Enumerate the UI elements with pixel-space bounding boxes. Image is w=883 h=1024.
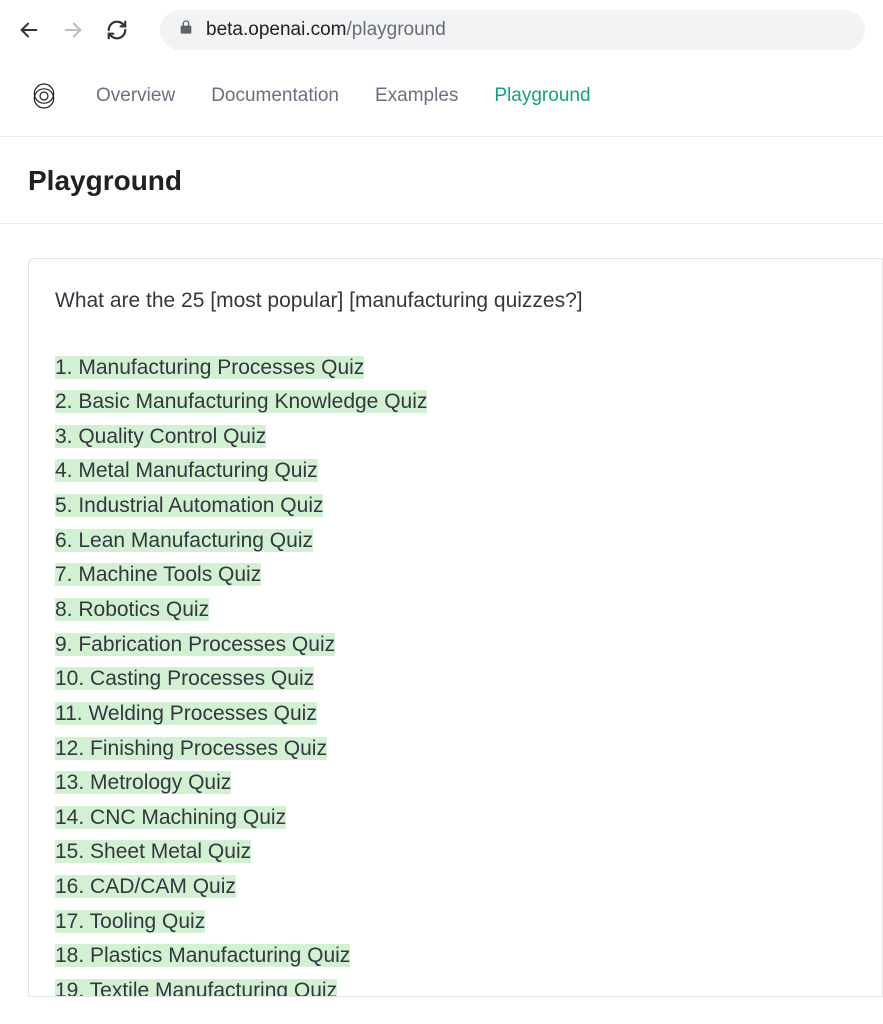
completion-item: 12. Finishing Processes Quiz	[55, 737, 327, 760]
completion-item: 11. Welding Processes Quiz	[55, 702, 317, 725]
completion-item: 2. Basic Manufacturing Knowledge Quiz	[55, 390, 427, 413]
completion-item: 13. Metrology Quiz	[55, 771, 231, 794]
page-title: Playground	[28, 165, 855, 197]
completion-item: 6. Lean Manufacturing Quiz	[55, 529, 313, 552]
completion-item: 1. Manufacturing Processes Quiz	[55, 356, 364, 379]
nav-link-playground[interactable]: Playground	[494, 85, 590, 107]
completion-item: 5. Industrial Automation Quiz	[55, 494, 323, 517]
browser-toolbar: beta.openai.com/playground	[0, 0, 883, 60]
address-bar[interactable]: beta.openai.com/playground	[160, 10, 865, 50]
nav-link-overview[interactable]: Overview	[96, 85, 175, 107]
playground-editor[interactable]: What are the 25 [most popular] [manufact…	[28, 258, 883, 997]
completion-item: 3. Quality Control Quiz	[55, 425, 266, 448]
completion-item: 14. CNC Machining Quiz	[55, 806, 286, 829]
nav-arrows	[18, 19, 128, 41]
content-area: What are the 25 [most popular] [manufact…	[0, 224, 883, 997]
completion-item: 8. Robotics Quiz	[55, 598, 209, 621]
url-text: beta.openai.com/playground	[206, 19, 446, 41]
back-button[interactable]	[18, 19, 40, 41]
nav-link-examples[interactable]: Examples	[375, 85, 458, 107]
page-title-section: Playground	[0, 137, 883, 224]
prompt-text: What are the 25 [most popular] [manufact…	[55, 285, 856, 317]
completion-item: 10. Casting Processes Quiz	[55, 667, 314, 690]
completion-item: 17. Tooling Quiz	[55, 910, 205, 933]
nav-link-documentation[interactable]: Documentation	[211, 85, 339, 107]
site-header: Overview Documentation Examples Playgrou…	[0, 60, 883, 137]
completion-item: 18. Plastics Manufacturing Quiz	[55, 944, 350, 967]
completion-list: 1. Manufacturing Processes Quiz 2. Basic…	[55, 351, 856, 997]
lock-icon	[178, 19, 194, 41]
completion-item: 19. Textile Manufacturing Quiz	[55, 979, 337, 996]
completion-item: 7. Machine Tools Quiz	[55, 563, 261, 586]
forward-button[interactable]	[62, 19, 84, 41]
completion-item: 9. Fabrication Processes Quiz	[55, 633, 335, 656]
openai-logo-icon[interactable]	[28, 80, 60, 112]
completion-item: 16. CAD/CAM Quiz	[55, 875, 236, 898]
completion-item: 4. Metal Manufacturing Quiz	[55, 459, 318, 482]
reload-button[interactable]	[106, 19, 128, 41]
completion-item: 15. Sheet Metal Quiz	[55, 840, 251, 863]
